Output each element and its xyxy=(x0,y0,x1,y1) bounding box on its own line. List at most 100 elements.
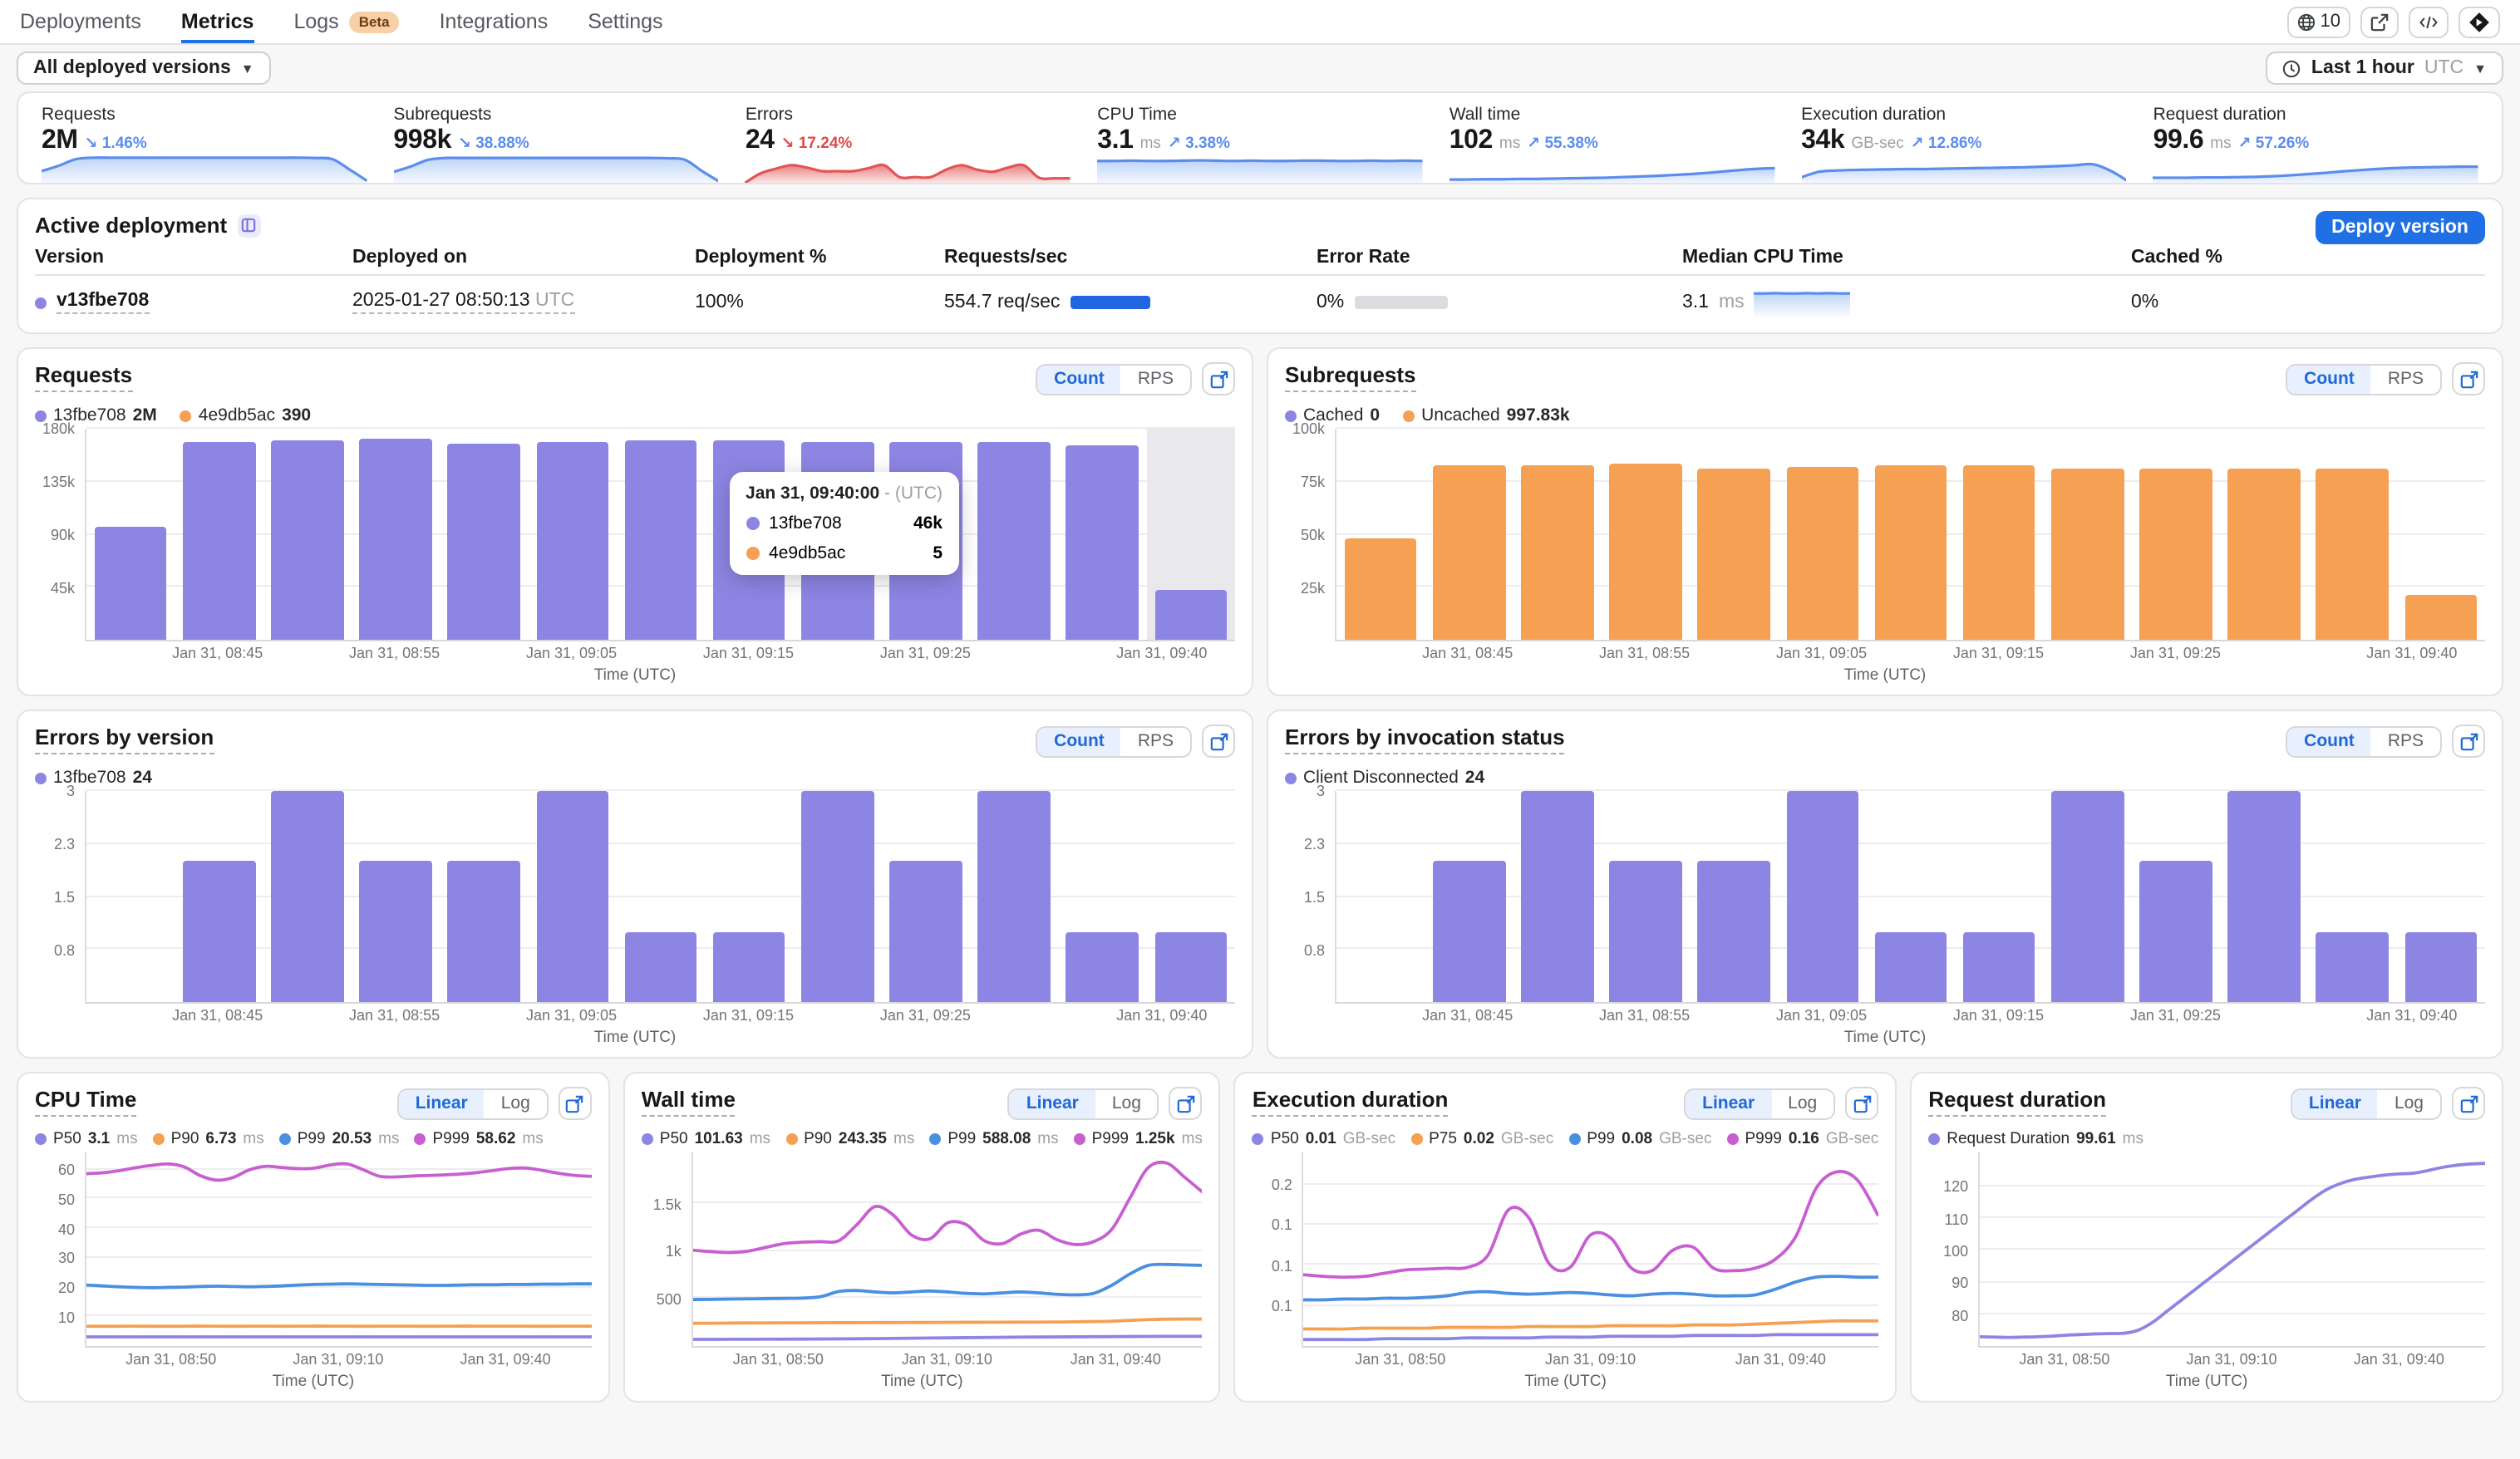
expand-icon[interactable] xyxy=(1169,1087,1203,1120)
deployment-percent-cell: 100% xyxy=(695,292,744,312)
legend-item[interactable]: P999 58.62 ms xyxy=(414,1130,544,1148)
legend-item[interactable]: Request Duration 99.61 ms xyxy=(1928,1130,2143,1148)
expand-icon[interactable] xyxy=(1845,1087,1879,1120)
tab-logs[interactable]: Logs Beta xyxy=(293,0,400,43)
x-axis-tick: Jan 31, 08:45 xyxy=(172,645,263,661)
legend-item[interactable]: P99 0.08 GB-sec xyxy=(1568,1130,1711,1148)
toggle-option-log[interactable]: Log xyxy=(1095,1089,1158,1118)
errors-by-invocation-plot[interactable] xyxy=(1335,789,2485,1004)
expand-icon[interactable] xyxy=(1202,362,1235,395)
deployment-info-icon[interactable] xyxy=(237,214,261,237)
series-dot xyxy=(746,546,760,560)
time-range-dropdown[interactable]: Last 1 hour UTC ▼ xyxy=(2266,52,2503,85)
y-axis-tick: 3 xyxy=(66,783,75,799)
legend-item[interactable]: P50 101.63 ms xyxy=(641,1130,770,1148)
expand-icon[interactable] xyxy=(1202,725,1235,758)
legend-item[interactable]: 13fbe708 24 xyxy=(35,768,152,788)
toggle-option-linear[interactable]: Linear xyxy=(1009,1089,1095,1118)
bar-09:00 xyxy=(1697,861,1770,1002)
legend-dot xyxy=(414,1133,426,1145)
legend-item[interactable]: Client Disconnected 24 xyxy=(1285,768,1484,788)
toggle-option-log[interactable]: Log xyxy=(2378,1089,2440,1118)
legend-item[interactable]: P50 0.01 GB-sec xyxy=(1252,1130,1396,1148)
wall-time-plot[interactable] xyxy=(691,1152,1203,1348)
tab-settings[interactable]: Settings xyxy=(588,0,662,43)
toggle-option-log[interactable]: Log xyxy=(1771,1089,1833,1118)
cpu-time-plot[interactable] xyxy=(85,1152,592,1348)
active-deployment-panel: Active deployment Deploy version Version… xyxy=(17,198,2503,334)
bar-09:00 xyxy=(447,861,520,1002)
requests-plot[interactable] xyxy=(85,427,1235,641)
quick-deploy-button[interactable] xyxy=(2458,6,2500,37)
y-axis-tick: 60 xyxy=(57,1161,75,1178)
deploy-version-button[interactable]: Deploy version xyxy=(2315,211,2485,244)
request-duration-plot[interactable] xyxy=(1978,1152,2485,1348)
bar-08:45 xyxy=(182,441,256,640)
tab-integrations[interactable]: Integrations xyxy=(440,0,549,43)
toggle-option-rps[interactable]: RPS xyxy=(1121,727,1190,755)
version-filter-dropdown[interactable]: All deployed versions ▼ xyxy=(17,52,271,85)
code-button[interactable] xyxy=(2409,6,2449,37)
trend-down-indicator: ↘ 17.24% xyxy=(780,135,853,153)
legend-item[interactable]: Uncached 997.83k xyxy=(1403,405,1570,425)
legend-item[interactable]: P99 20.53 ms xyxy=(278,1130,399,1148)
requests-per-sec-cell: 554.7 req/sec xyxy=(944,292,1317,312)
median-cpu-unit: ms xyxy=(1719,292,1745,312)
deployment-table-row: v13fbe708 2025-01-27 08:50:13 UTC 100% 5… xyxy=(35,276,2485,317)
toggle-option-linear[interactable]: Linear xyxy=(2291,1089,2378,1118)
legend-dot xyxy=(35,410,47,421)
subrequests-plot[interactable] xyxy=(1335,427,2485,641)
y-axis-tick: 10 xyxy=(57,1309,75,1327)
errors-by-version-plot[interactable] xyxy=(85,789,1235,1004)
toggle-option-rps[interactable]: RPS xyxy=(2371,365,2440,393)
execution-duration-plot[interactable] xyxy=(1302,1152,1879,1348)
column-header-requests-sec: Requests/sec xyxy=(944,248,1068,268)
legend-dot xyxy=(1410,1133,1423,1145)
toggle-option-linear[interactable]: Linear xyxy=(398,1089,485,1118)
legend-dot xyxy=(1403,410,1415,421)
toggle-option-count[interactable]: Count xyxy=(1037,365,1121,393)
domains-button[interactable]: 10 xyxy=(2286,6,2350,37)
bar-08:50 xyxy=(1521,464,1594,640)
toggle-option-rps[interactable]: RPS xyxy=(1121,365,1190,393)
version-cell[interactable]: v13fbe708 xyxy=(35,291,352,314)
column-header-deployment-: Deployment % xyxy=(695,248,827,268)
version-dot xyxy=(35,297,47,308)
expand-icon[interactable] xyxy=(558,1087,592,1120)
legend-item[interactable]: P50 3.1 ms xyxy=(35,1130,138,1148)
tab-deployments[interactable]: Deployments xyxy=(20,0,141,43)
legend-item[interactable]: P999 0.16 GB-sec xyxy=(1726,1130,1878,1148)
legend-item[interactable]: P999 1.25k ms xyxy=(1073,1130,1203,1148)
expand-icon[interactable] xyxy=(2452,1087,2485,1120)
legend-item[interactable]: P90 243.35 ms xyxy=(785,1130,914,1148)
tab-label: Deployments xyxy=(20,10,141,33)
legend-value: 3.1 xyxy=(87,1130,111,1148)
x-axis-tick: Jan 31, 08:45 xyxy=(172,1007,263,1024)
legend-unit: GB-sec xyxy=(1342,1130,1396,1148)
legend-item[interactable]: P75 0.02 GB-sec xyxy=(1410,1130,1553,1148)
bar-08:55 xyxy=(1609,861,1682,1002)
y-axis-tick: 50k xyxy=(1300,527,1325,543)
bar-09:35 xyxy=(1066,931,1139,1002)
toggle-option-log[interactable]: Log xyxy=(485,1089,547,1118)
legend-dot xyxy=(1285,410,1297,421)
legend-item[interactable]: P90 6.73 ms xyxy=(152,1130,264,1148)
expand-icon[interactable] xyxy=(2452,362,2485,395)
toggle-option-count[interactable]: Count xyxy=(2287,727,2371,755)
toggle-option-count[interactable]: Count xyxy=(1037,727,1121,755)
version-link[interactable]: v13fbe708 xyxy=(57,291,150,314)
linear-log-toggle: Linear Log xyxy=(1007,1088,1159,1119)
legend-value: 243.35 xyxy=(838,1130,887,1148)
expand-icon[interactable] xyxy=(2452,725,2485,758)
tab-metrics[interactable]: Metrics xyxy=(180,0,253,43)
open-external-button[interactable] xyxy=(2360,6,2399,37)
bar-09:10 xyxy=(1874,465,1947,640)
legend-item[interactable]: 4e9db5ac 390 xyxy=(180,405,311,425)
toggle-option-count[interactable]: Count xyxy=(2287,365,2371,393)
trend-up-indicator: ↗ 57.26% xyxy=(2237,135,2310,153)
toggle-option-linear[interactable]: Linear xyxy=(1686,1089,1772,1118)
x-axis-tick: Jan 31, 09:40 xyxy=(2353,1351,2444,1368)
toggle-option-rps[interactable]: RPS xyxy=(2371,727,2440,755)
legend-unit: ms xyxy=(893,1130,915,1148)
legend-item[interactable]: P99 588.08 ms xyxy=(929,1130,1059,1148)
